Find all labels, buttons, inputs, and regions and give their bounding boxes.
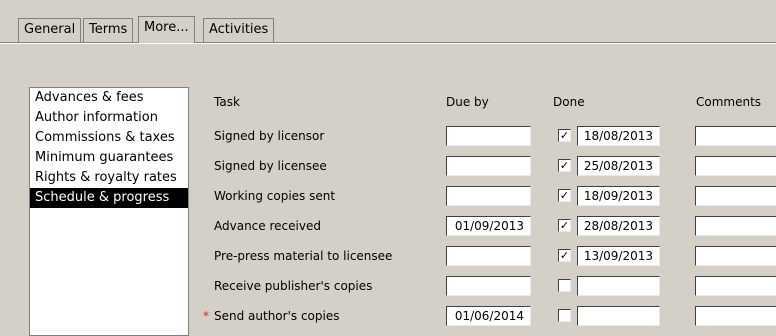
tab-general[interactable]: General <box>18 18 82 42</box>
section-item[interactable]: Rights & royalty rates <box>30 168 188 188</box>
due-by-field[interactable]: 01/09/2013 <box>446 216 531 236</box>
section-item[interactable]: Minimum guarantees <box>30 148 188 168</box>
section-list[interactable]: Advances & fees Author information Commi… <box>29 87 189 336</box>
due-by-field[interactable] <box>446 126 531 146</box>
column-header-task: Task <box>214 95 240 109</box>
due-by-field[interactable] <box>446 156 531 176</box>
tab-divider-highlight <box>0 43 776 44</box>
done-date-field[interactable]: 18/09/2013 <box>577 186 660 206</box>
column-header-due-by: Due by <box>446 95 489 109</box>
done-checkbox[interactable]: ✓ <box>558 129 571 142</box>
comments-field[interactable] <box>695 126 776 146</box>
section-item[interactable]: Commissions & taxes <box>30 128 188 148</box>
due-by-field[interactable] <box>446 246 531 266</box>
task-label: Receive publisher's copies <box>214 279 373 293</box>
done-checkbox[interactable] <box>558 309 571 322</box>
comments-field[interactable] <box>695 186 776 206</box>
tab-activities[interactable]: Activities <box>203 18 275 42</box>
task-label: Working copies sent <box>214 189 336 203</box>
required-marker: * <box>203 309 209 323</box>
task-label: Signed by licensor <box>214 129 325 143</box>
due-by-field[interactable]: 01/06/2014 <box>446 306 531 326</box>
done-date-field[interactable] <box>577 306 660 326</box>
task-label: Signed by licensee <box>214 159 327 173</box>
done-date-field[interactable]: 18/08/2013 <box>577 126 660 146</box>
done-checkbox[interactable]: ✓ <box>558 249 571 262</box>
task-label: Send author's copies <box>214 309 340 323</box>
done-date-field[interactable] <box>577 276 660 296</box>
done-checkbox[interactable]: ✓ <box>558 219 571 232</box>
done-date-field[interactable]: 25/08/2013 <box>577 156 660 176</box>
due-by-field[interactable] <box>446 276 531 296</box>
done-checkbox[interactable]: ✓ <box>558 189 571 202</box>
comments-field[interactable] <box>695 276 776 296</box>
task-label: Advance received <box>214 219 321 233</box>
tab-more[interactable]: More... <box>138 16 195 43</box>
done-date-field[interactable]: 13/09/2013 <box>577 246 660 266</box>
tab-terms[interactable]: Terms <box>83 18 134 42</box>
section-item[interactable]: Advances & fees <box>30 88 188 108</box>
column-header-comments: Comments <box>696 95 762 109</box>
done-checkbox[interactable] <box>558 279 571 292</box>
due-by-field[interactable] <box>446 186 531 206</box>
comments-field[interactable] <box>695 306 776 326</box>
task-label: Pre-press material to licensee <box>214 249 393 263</box>
section-item[interactable]: Author information <box>30 108 188 128</box>
done-checkbox[interactable]: ✓ <box>558 159 571 172</box>
done-date-field[interactable]: 28/08/2013 <box>577 216 660 236</box>
comments-field[interactable] <box>695 216 776 236</box>
column-header-done: Done <box>553 95 585 109</box>
comments-field[interactable] <box>695 246 776 266</box>
section-item-selected[interactable]: Schedule & progress <box>30 188 188 208</box>
comments-field[interactable] <box>695 156 776 176</box>
